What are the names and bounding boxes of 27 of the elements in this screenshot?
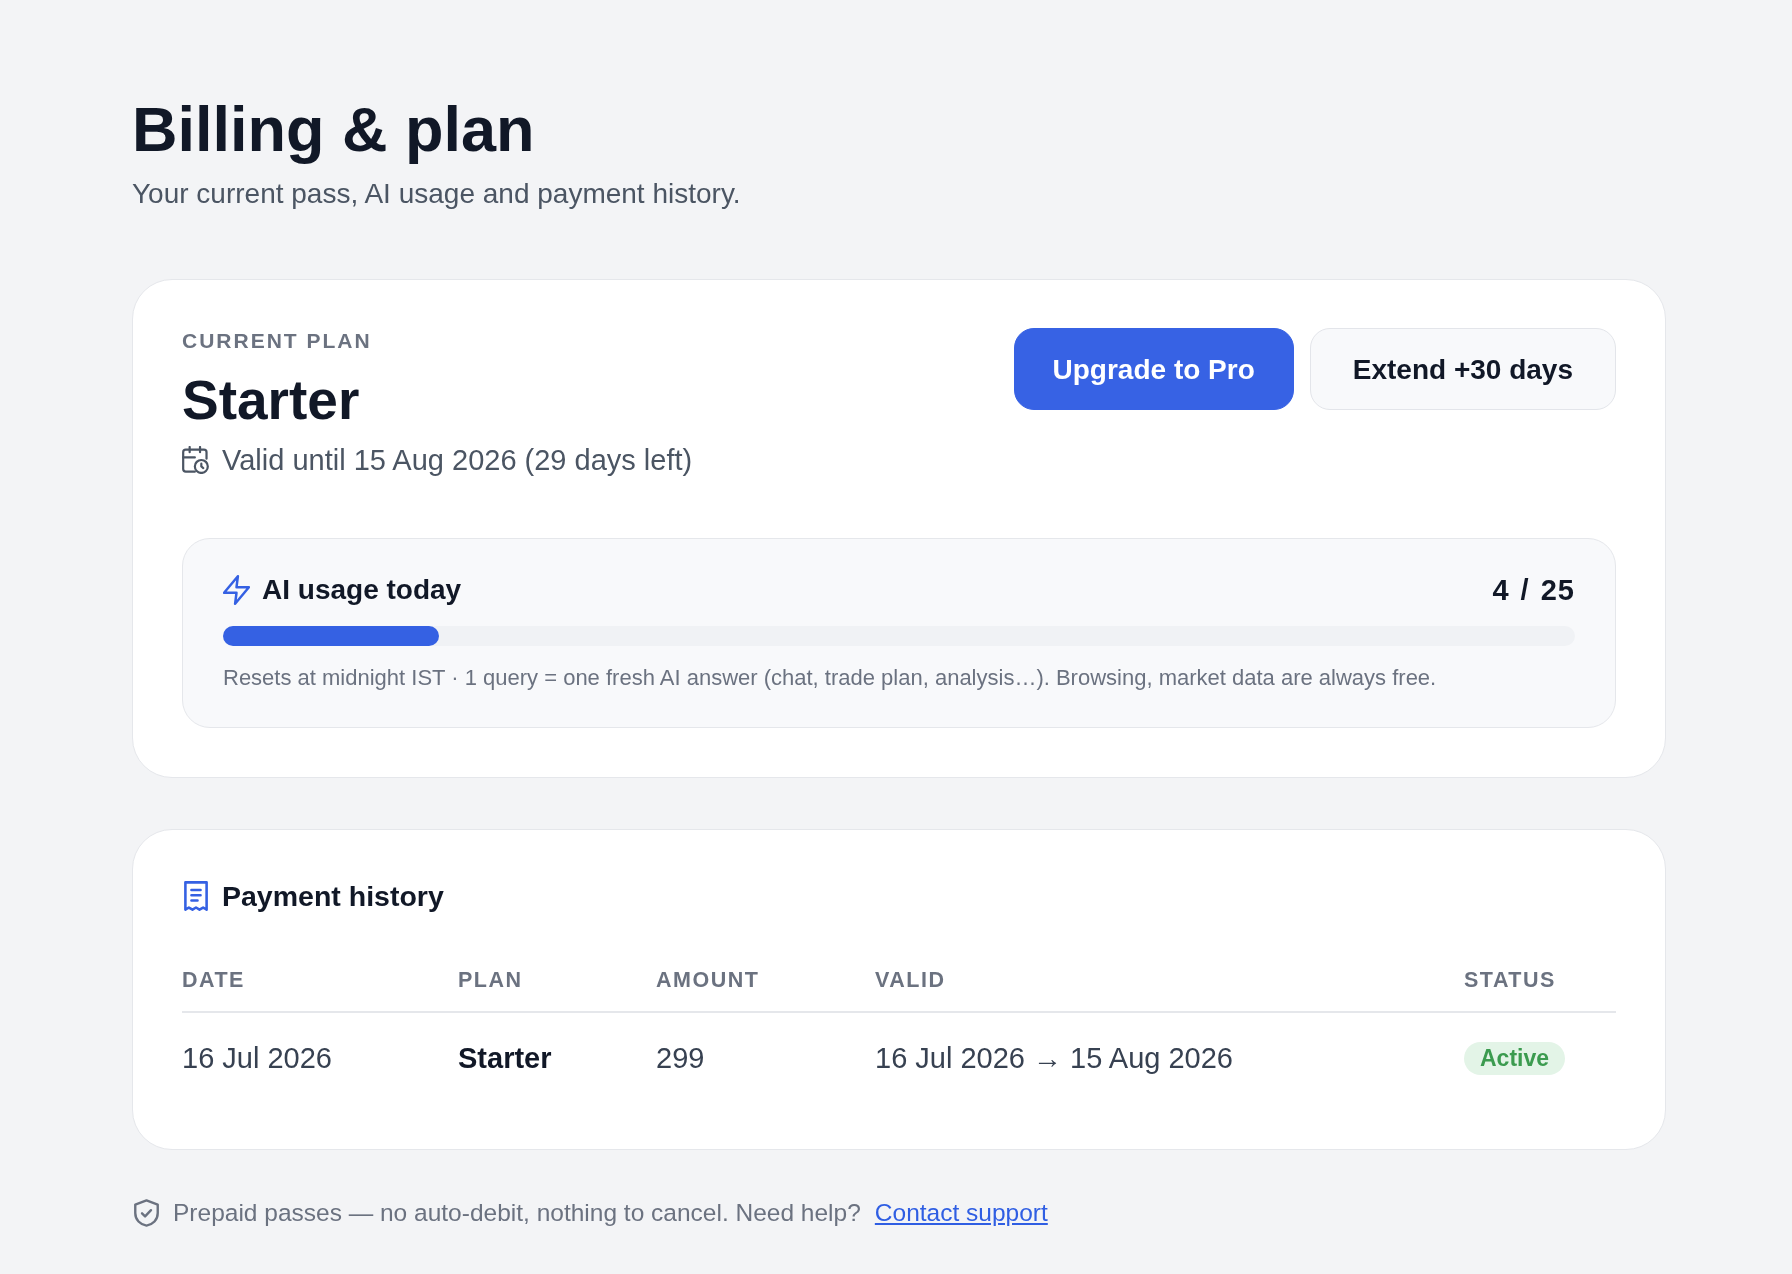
validity-text: Valid until 15 Aug 2026 (29 days left) [222, 442, 693, 477]
contact-support-link[interactable]: Contact support [874, 1197, 1048, 1229]
table-cell: 299 [656, 1041, 705, 1075]
column-header: DATE [182, 967, 245, 994]
status-badge: Active [1464, 1041, 1566, 1075]
footer-note: Prepaid passes — no auto-debit, nothing to cancel. Need help? [173, 1198, 861, 1228]
section-label: CURRENT PLAN [182, 327, 372, 354]
plan-name: Starter [182, 368, 360, 431]
page-title: Billing & plan [132, 94, 535, 164]
receipt-icon [184, 881, 208, 911]
calendar-clock-icon [182, 445, 209, 474]
extend-button[interactable]: Extend +30 days [1309, 328, 1616, 410]
usage-count: 4 / 25 [1492, 573, 1575, 607]
shield-check-icon [134, 1199, 159, 1227]
page-subtitle: Your current pass, AI usage and payment history. [132, 177, 741, 211]
upgrade-button[interactable]: Upgrade to Pro [1013, 328, 1294, 410]
column-header: PLAN [458, 967, 523, 994]
lightning-icon [223, 575, 250, 605]
usage-title: AI usage today [262, 573, 462, 607]
column-header: VALID [875, 967, 946, 994]
section-title: Payment history [222, 879, 444, 914]
table-cell: 16 Jul 2026 [182, 1041, 332, 1075]
table-cell: Starter [458, 1041, 552, 1075]
usage-note: Resets at midnight IST · 1 query = one fresh AI answer (chat, trade plan, analysis…). Browsing, market data are always free. [223, 664, 1437, 692]
table-cell: 16 Jul 2026 → 15 Aug 2026 [875, 1041, 1233, 1075]
column-header: AMOUNT [656, 967, 760, 994]
column-header: STATUS [1464, 967, 1556, 994]
